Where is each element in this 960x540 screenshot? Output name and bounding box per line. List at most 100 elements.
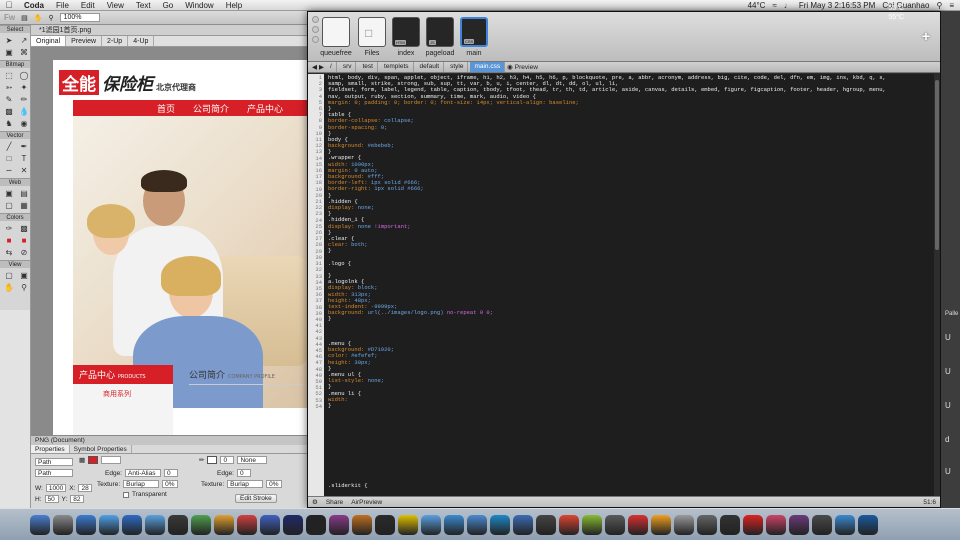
volume-icon[interactable]: ♩ bbox=[784, 1, 792, 10]
show-slices-icon[interactable]: ▦ bbox=[17, 200, 31, 211]
path-test[interactable]: test bbox=[358, 62, 378, 72]
stroke-style-select[interactable]: None bbox=[237, 456, 268, 464]
replace-color-tool-icon[interactable]: ◉ bbox=[17, 118, 31, 129]
dock-app-icon[interactable] bbox=[53, 514, 73, 535]
dock-app-icon[interactable] bbox=[283, 514, 303, 535]
line-tool-icon[interactable]: ╱ bbox=[2, 141, 16, 152]
freeform-tool-icon[interactable]: ∽ bbox=[2, 165, 16, 176]
path-main-css[interactable]: main.css bbox=[470, 62, 506, 72]
stroke-color-swatch-icon[interactable]: ■ bbox=[2, 235, 16, 246]
dock-app-icon[interactable] bbox=[375, 514, 395, 535]
menu-help[interactable]: Help bbox=[220, 1, 248, 10]
document-tab[interactable]: *1滤园1首页.png bbox=[31, 25, 307, 36]
dock-app-icon[interactable] bbox=[582, 514, 602, 535]
y-field[interactable]: 82 bbox=[70, 495, 85, 503]
eraser-tool-icon[interactable]: ▩ bbox=[2, 106, 16, 117]
rubber-stamp-tool-icon[interactable]: ♞ bbox=[2, 118, 16, 129]
forward-icon[interactable]: ▶ bbox=[319, 63, 324, 71]
edit-stroke-button[interactable]: Edit Stroke bbox=[235, 494, 277, 503]
dock-app-icon[interactable] bbox=[122, 514, 142, 535]
magic-wand-tool-icon[interactable]: ✦ bbox=[17, 82, 31, 93]
transparent-checkbox[interactable] bbox=[123, 491, 129, 498]
hand-view-tool-icon[interactable]: ✋ bbox=[2, 282, 16, 293]
object-type-field[interactable]: Path bbox=[35, 458, 73, 466]
dock-app-icon[interactable] bbox=[421, 514, 441, 535]
editor-scrollbar[interactable] bbox=[934, 74, 940, 498]
path-root[interactable]: / bbox=[326, 62, 337, 72]
dock-app-icon[interactable] bbox=[352, 514, 372, 535]
stroke-color-well[interactable] bbox=[207, 456, 218, 464]
dock-app-icon[interactable] bbox=[398, 514, 418, 535]
lasso-tool-icon[interactable]: ➳ bbox=[2, 82, 16, 93]
dock-app-icon[interactable] bbox=[30, 514, 50, 535]
tab-thumb-main[interactable]: CSS bbox=[460, 17, 488, 47]
zoom-select[interactable]: 100% bbox=[59, 13, 100, 22]
minimize-window-icon[interactable] bbox=[312, 26, 319, 33]
tab-original[interactable]: Original bbox=[31, 36, 67, 46]
path-templets[interactable]: templets bbox=[380, 62, 414, 72]
close-window-icon[interactable] bbox=[312, 16, 319, 23]
share-button[interactable]: Share bbox=[326, 499, 343, 506]
notification-icon[interactable]: ≡ bbox=[949, 1, 954, 10]
apple-menu-icon[interactable]:  bbox=[0, 0, 18, 10]
spotlight-icon[interactable]: ⚲ bbox=[936, 1, 942, 10]
rectangle-tool-icon[interactable]: □ bbox=[2, 153, 16, 164]
add-tab-icon[interactable]: + bbox=[922, 28, 930, 44]
stroke-width-field[interactable]: 0 bbox=[220, 456, 235, 464]
weather-widget[interactable]: 56°C 55°C bbox=[888, 4, 904, 22]
marquee-tool-icon[interactable]: ⬚ bbox=[2, 70, 16, 81]
menu-file[interactable]: File bbox=[50, 1, 75, 10]
ellipse-marquee-tool-icon[interactable]: ◯ bbox=[17, 70, 31, 81]
tab-label-main[interactable]: main bbox=[454, 50, 494, 57]
knife-tool-icon[interactable]: ✕ bbox=[17, 165, 31, 176]
layout-icon[interactable]: ▤ bbox=[21, 14, 28, 22]
dock-app-icon[interactable] bbox=[835, 514, 855, 535]
dock-app-icon[interactable] bbox=[743, 514, 763, 535]
dock-app-icon[interactable] bbox=[191, 514, 211, 535]
airpreview-button[interactable]: AirPreview bbox=[351, 499, 382, 506]
dock-app-icon[interactable] bbox=[444, 514, 464, 535]
zoom-tool-icon[interactable]: ⚲ bbox=[48, 14, 53, 22]
dock-app-icon[interactable] bbox=[168, 514, 188, 535]
pen-tool-icon[interactable]: ✒ bbox=[17, 141, 31, 152]
menu-window[interactable]: Window bbox=[179, 1, 219, 10]
editor-scroll-thumb[interactable] bbox=[935, 80, 939, 250]
menu-view[interactable]: View bbox=[101, 1, 130, 10]
hand-tool-icon[interactable]: ✋ bbox=[34, 14, 43, 22]
dock-app-icon[interactable] bbox=[490, 514, 510, 535]
stroke-texture-select[interactable]: Burlap bbox=[227, 480, 264, 488]
menu-go[interactable]: Go bbox=[157, 1, 180, 10]
gear-icon[interactable]: ⚙ bbox=[312, 498, 318, 506]
h-field[interactable]: 50 bbox=[44, 495, 59, 503]
dock-app-icon[interactable] bbox=[858, 514, 878, 535]
fill-color-well[interactable] bbox=[88, 456, 99, 464]
object-name-field[interactable]: Path bbox=[35, 469, 73, 477]
dock-app-icon[interactable] bbox=[237, 514, 257, 535]
menu-edit[interactable]: Edit bbox=[75, 1, 101, 10]
dock-app-icon[interactable] bbox=[214, 514, 234, 535]
dock-app-icon[interactable] bbox=[674, 514, 694, 535]
path-style[interactable]: style bbox=[446, 62, 469, 72]
full-screen-mode-icon[interactable]: ▣ bbox=[17, 270, 31, 281]
dock-app-icon[interactable] bbox=[605, 514, 625, 535]
tab-symbol-properties[interactable]: Symbol Properties bbox=[70, 445, 132, 453]
path-srv[interactable]: srv bbox=[339, 62, 357, 72]
slice-tool-icon[interactable]: ▤ bbox=[17, 188, 31, 199]
text-tool-icon[interactable]: T bbox=[17, 153, 31, 164]
tab-properties[interactable]: Properties bbox=[31, 445, 70, 453]
paint-bucket-tool-icon[interactable]: ▩ bbox=[17, 223, 31, 234]
stroke-edge-amount[interactable]: 0 bbox=[237, 469, 251, 477]
dock-app-icon[interactable] bbox=[628, 514, 648, 535]
edge-select[interactable]: Anti-Alias bbox=[125, 469, 161, 477]
dock-app-icon[interactable] bbox=[536, 514, 556, 535]
swap-colors-icon[interactable]: ⇆ bbox=[2, 247, 16, 258]
dock-app-icon[interactable] bbox=[766, 514, 786, 535]
dock-app-icon[interactable] bbox=[651, 514, 671, 535]
edge-amount[interactable]: 0 bbox=[164, 469, 178, 477]
dock-app-icon[interactable] bbox=[260, 514, 280, 535]
tab-thumb-index[interactable]: HTM bbox=[392, 17, 420, 47]
dock-app-icon[interactable] bbox=[513, 514, 533, 535]
dock-app-icon[interactable] bbox=[559, 514, 579, 535]
dock-app-icon[interactable] bbox=[99, 514, 119, 535]
design-canvas[interactable]: 全能 保险柜 北京代理商 首页 公司简介 产品中心 产品中心 PRODUCTS … bbox=[53, 60, 307, 435]
